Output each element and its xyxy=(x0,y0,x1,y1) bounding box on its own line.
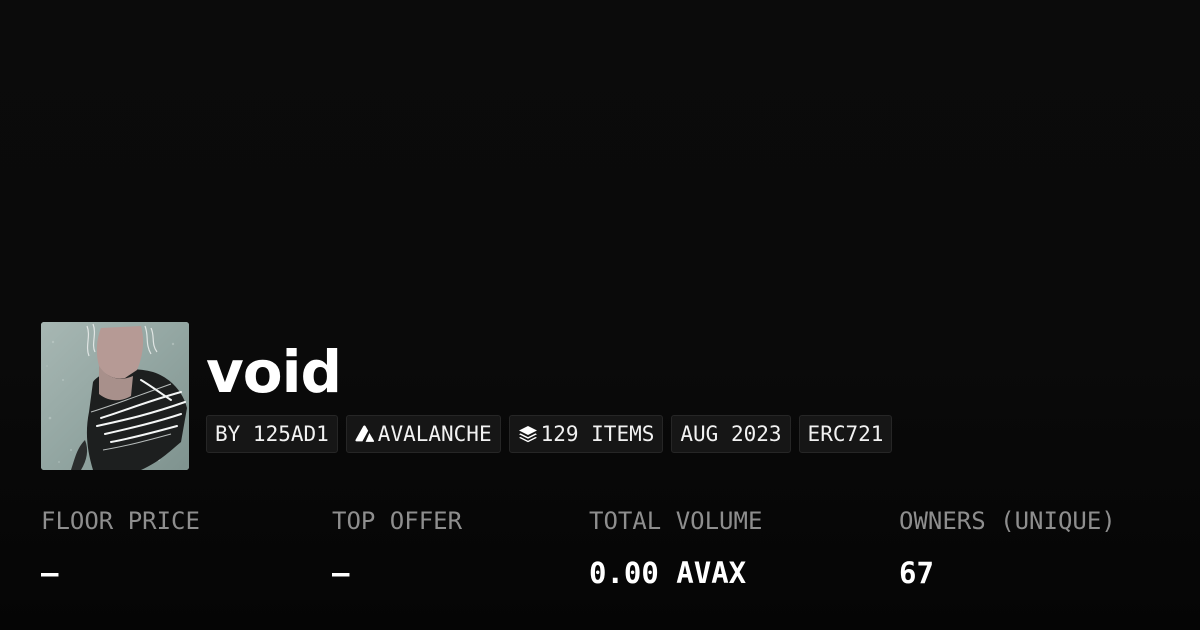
collection-title: void xyxy=(206,338,342,406)
floor-price-stat: FLOOR PRICE – xyxy=(41,505,200,591)
creator-tag-label: BY 125AD1 xyxy=(215,422,329,446)
top-offer-stat: TOP OFFER – xyxy=(332,505,462,591)
items-tag[interactable]: 129 ITEMS xyxy=(508,415,664,453)
owners-value: 67 xyxy=(899,556,934,590)
total-volume-label: TOTAL VOLUME xyxy=(589,507,763,535)
items-tag-label: 129 ITEMS xyxy=(540,422,655,446)
chain-tag[interactable]: AVALANCHE xyxy=(345,415,501,453)
floor-price-label: FLOOR PRICE xyxy=(41,507,200,535)
date-tag: AUG 2023 xyxy=(671,415,791,453)
collection-header: void BY 125AD1 AVALANCHE 129 ITEMS AUG 2… xyxy=(41,322,1161,470)
standard-tag: ERC721 xyxy=(798,415,893,453)
standard-tag-label: ERC721 xyxy=(807,422,884,446)
owners-stat: OWNERS (UNIQUE) 67 xyxy=(899,505,1116,591)
owners-label: OWNERS (UNIQUE) xyxy=(899,507,1116,535)
top-offer-value: – xyxy=(332,556,350,590)
chain-tag-label: AVALANCHE xyxy=(377,422,492,446)
collection-avatar[interactable] xyxy=(41,322,189,470)
avalanche-logo-icon xyxy=(355,425,375,443)
collection-card: void BY 125AD1 AVALANCHE 129 ITEMS AUG 2… xyxy=(0,0,1200,630)
top-offer-label: TOP OFFER xyxy=(332,507,463,535)
creator-tag[interactable]: BY 125AD1 xyxy=(206,415,338,453)
collection-tags: BY 125AD1 AVALANCHE 129 ITEMS AUG 2023 E… xyxy=(206,415,893,453)
total-volume-stat: TOTAL VOLUME 0.00 AVAX xyxy=(589,505,762,591)
date-tag-label: AUG 2023 xyxy=(680,422,782,446)
layers-icon xyxy=(518,425,538,443)
floor-price-value: – xyxy=(41,556,59,590)
total-volume-value: 0.00 AVAX xyxy=(589,556,747,590)
avatar-artwork xyxy=(41,322,189,470)
